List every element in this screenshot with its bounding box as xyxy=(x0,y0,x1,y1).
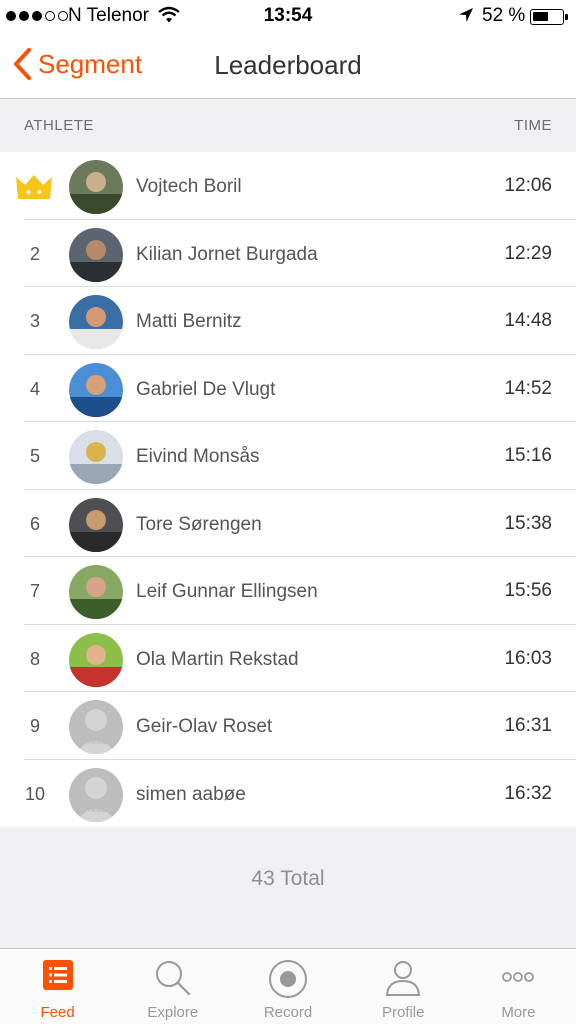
navigation-bar: Segment Leaderboard xyxy=(0,34,576,99)
segment-time: 16:31 xyxy=(504,715,552,736)
rank-number: 10 xyxy=(24,783,46,804)
record-icon xyxy=(268,959,308,1004)
leaderboard-row[interactable]: 10 STRAVA simen aabøe 16:32 xyxy=(0,759,576,827)
avatar[interactable] xyxy=(69,430,123,484)
segment-time: 14:48 xyxy=(504,310,552,331)
profile-icon xyxy=(384,959,422,1002)
segment-time: 15:56 xyxy=(504,580,552,601)
rank-number: 6 xyxy=(29,513,40,534)
avatar[interactable] xyxy=(69,497,123,552)
leaderboard-row[interactable]: 3 Matti Bernitz 14:48 xyxy=(0,287,576,355)
leaderboard-row[interactable]: 5 Eivind Monsås 15:16 xyxy=(0,422,576,490)
tab-profile[interactable]: Profile xyxy=(346,949,461,1024)
rank-number: 5 xyxy=(29,446,40,466)
athlete-name[interactable]: Vojtech Boril xyxy=(136,176,242,198)
avatar[interactable] xyxy=(69,227,123,282)
battery-percent: 52 % xyxy=(482,5,526,26)
tab-label: More xyxy=(501,1004,536,1021)
avatar[interactable] xyxy=(69,632,123,687)
segment-time: 15:16 xyxy=(504,445,552,466)
leaderboard-list: Vojtech Boril 12:06 2 Kilian Jornet Burgad… xyxy=(0,152,576,827)
leaderboard-row[interactable]: 4 Gabriel De Vlugt 14:52 xyxy=(0,354,576,422)
leaderboard-row[interactable]: 2 Kilian Jornet Burgada 12:29 xyxy=(0,219,576,287)
athlete-name[interactable]: Ola Martin Rekstad xyxy=(136,649,299,671)
total-count: 43 Total xyxy=(251,867,325,890)
leaderboard-row[interactable]: 8 Ola Martin Rekstad 16:03 xyxy=(0,624,576,692)
more-icon xyxy=(500,959,536,1000)
athlete-name[interactable]: simen aabøe xyxy=(136,784,246,806)
leaderboard-row[interactable]: Vojtech Boril 12:06 xyxy=(0,152,576,220)
avatar[interactable]: STRAVA xyxy=(69,700,123,754)
athlete-name[interactable]: Gabriel De Vlugt xyxy=(136,379,275,401)
rank-number: 8 xyxy=(29,648,40,669)
tab-label: Feed xyxy=(40,1004,75,1021)
tab-record[interactable]: Record xyxy=(230,949,345,1024)
leaderboard-row[interactable]: 6 Tore Sørengen 15:38 xyxy=(0,489,576,557)
avatar[interactable] xyxy=(69,160,123,214)
avatar[interactable] xyxy=(69,362,123,417)
tab-more[interactable]: More xyxy=(461,949,576,1024)
battery-icon xyxy=(530,9,568,25)
athlete-name[interactable]: Matti Bernitz xyxy=(136,311,242,333)
avatar[interactable]: STRAVA xyxy=(69,767,123,822)
athlete-name[interactable]: Geir-Olav Roset xyxy=(136,716,272,738)
tab-feed[interactable]: Feed xyxy=(0,949,115,1024)
leaderboard-row[interactable]: 7 Leif Gunnar Ellingsen 15:56 xyxy=(0,557,576,625)
crown-icon xyxy=(14,173,54,206)
leaderboard-row[interactable]: 9 STRAVA Geir-Olav Roset 16:31 xyxy=(0,692,576,760)
segment-time: 14:52 xyxy=(504,377,552,399)
athlete-name[interactable]: Leif Gunnar Ellingsen xyxy=(136,581,318,603)
feed-icon xyxy=(42,959,74,996)
athlete-name[interactable]: Eivind Monsås xyxy=(136,446,260,468)
athlete-name[interactable]: Tore Sørengen xyxy=(136,514,262,536)
total-section: 43 Total xyxy=(0,827,576,948)
athlete-name[interactable]: Kilian Jornet Burgada xyxy=(136,244,318,266)
location-arrow-icon xyxy=(458,7,474,29)
column-header: ATHLETE TIME xyxy=(0,99,576,152)
tab-label: Record xyxy=(263,1004,313,1021)
tab-label: Profile xyxy=(381,1004,425,1021)
rank-number: 3 xyxy=(29,311,40,331)
svg-text:STRAVA: STRAVA xyxy=(83,739,110,746)
segment-time: 12:29 xyxy=(504,242,552,264)
rank-number: 4 xyxy=(29,378,40,399)
segment-time: 12:06 xyxy=(504,175,552,196)
avatar[interactable] xyxy=(69,565,123,619)
athlete-column-label: ATHLETE xyxy=(24,117,94,134)
search-icon xyxy=(154,959,192,1002)
rank-number: 7 xyxy=(29,581,40,601)
time-column-label: TIME xyxy=(514,117,552,134)
rank-number: 2 xyxy=(29,243,40,264)
segment-time: 16:03 xyxy=(504,647,552,669)
page-title: Leaderboard xyxy=(214,50,362,80)
rank-number: 9 xyxy=(29,716,40,736)
svg-text:STRAVA: STRAVA xyxy=(83,807,110,814)
segment-time: 15:38 xyxy=(504,512,552,534)
tab-bar: Feed Explore Record Profile More xyxy=(0,948,576,1024)
segment-time: 16:32 xyxy=(504,782,552,804)
tab-explore[interactable]: Explore xyxy=(115,949,230,1024)
status-bar: N Telenor 13:54 52 % xyxy=(0,0,576,34)
tab-label: Explore xyxy=(147,1004,199,1021)
avatar[interactable] xyxy=(69,295,123,349)
